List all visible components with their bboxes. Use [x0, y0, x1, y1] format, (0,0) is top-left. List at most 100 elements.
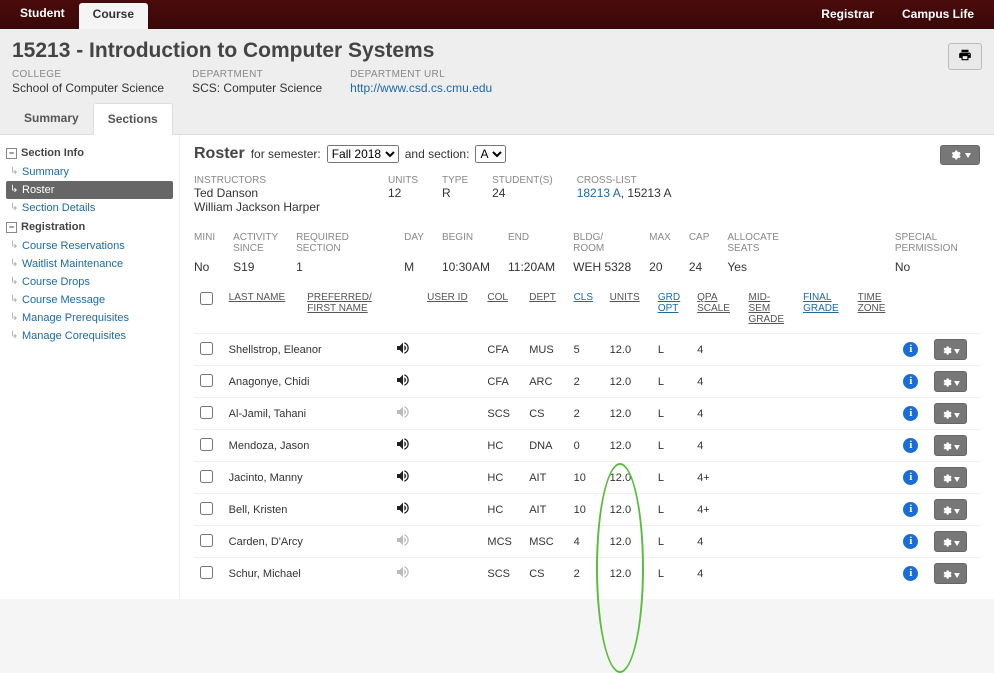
- dept-cell: DNA: [523, 430, 567, 462]
- row-checkbox[interactable]: [200, 470, 213, 483]
- begin-label: BEGIN: [442, 232, 490, 256]
- info-icon[interactable]: i: [903, 342, 918, 357]
- col-dept[interactable]: DEPT: [523, 288, 567, 334]
- dept-url-link[interactable]: http://www.csd.cs.cmu.edu: [350, 81, 492, 95]
- roster-actions-button[interactable]: [940, 145, 980, 165]
- row-actions-button[interactable]: [934, 403, 967, 424]
- info-icon[interactable]: i: [903, 406, 918, 421]
- row-actions-button[interactable]: [934, 467, 967, 488]
- nav-campus-life[interactable]: Campus Life: [888, 0, 988, 29]
- row-actions-button[interactable]: [934, 371, 967, 392]
- nav-registrar[interactable]: Registrar: [807, 0, 888, 29]
- nav-course[interactable]: Course: [79, 3, 148, 29]
- col-mid-sem[interactable]: MID- SEM GRADE: [743, 288, 798, 334]
- row-actions-button[interactable]: [934, 499, 967, 520]
- sidebar-item-prerequisites[interactable]: Manage Prerequisites: [6, 309, 173, 327]
- sidebar-item-course-reservations[interactable]: Course Reservations: [6, 237, 173, 255]
- select-all-checkbox[interactable]: [200, 292, 213, 305]
- col-grd-opt[interactable]: GRD OPT: [652, 288, 691, 334]
- collapse-icon[interactable]: −: [6, 148, 17, 159]
- instructors-label: INSTRUCTORS: [194, 175, 364, 186]
- chevron-down-icon: [954, 477, 960, 482]
- section-select[interactable]: A: [475, 145, 506, 163]
- speaker-icon[interactable]: [395, 411, 411, 423]
- dept-cell: MSC: [523, 526, 567, 558]
- sidebar-item-course-drops[interactable]: Course Drops: [6, 273, 173, 291]
- speaker-icon[interactable]: [395, 539, 411, 551]
- col-final[interactable]: FINAL GRADE: [797, 288, 852, 334]
- dept-value: SCS: Computer Science: [192, 81, 322, 95]
- table-row: Shellstrop, EleanorCFAMUS512.0L4i: [194, 334, 980, 366]
- nav-student[interactable]: Student: [6, 0, 79, 29]
- reqsec-label: REQUIRED SECTION: [296, 232, 386, 256]
- row-checkbox[interactable]: [200, 406, 213, 419]
- sidebar-item-summary[interactable]: Summary: [6, 163, 173, 181]
- reqsec-value: 1: [296, 260, 386, 274]
- col-cell: SCS: [481, 398, 523, 430]
- col-pref-name[interactable]: PREFERRED/ FIRST NAME: [301, 288, 389, 334]
- table-row: Jacinto, MannyHCAIT1012.0L4+i: [194, 462, 980, 494]
- col-tz[interactable]: TIME ZONE: [852, 288, 898, 334]
- sidebar-registration: Registration: [21, 221, 85, 233]
- col-last-name[interactable]: LAST NAME: [223, 288, 302, 334]
- row-checkbox[interactable]: [200, 566, 213, 579]
- row-actions-button[interactable]: [934, 435, 967, 456]
- info-icon[interactable]: i: [903, 470, 918, 485]
- semester-select[interactable]: Fall 2018: [327, 145, 399, 163]
- room-label: BLDG/ ROOM: [573, 232, 631, 256]
- speaker-icon[interactable]: [395, 475, 411, 487]
- speaker-icon[interactable]: [395, 379, 411, 391]
- max-label: MAX: [649, 232, 671, 256]
- speaker-icon[interactable]: [395, 347, 411, 359]
- speaker-icon[interactable]: [395, 507, 411, 519]
- gear-icon: [941, 505, 952, 516]
- col-cls[interactable]: CLS: [568, 288, 604, 334]
- gear-icon: [949, 149, 961, 161]
- gear-icon: [941, 345, 952, 356]
- col-qpa[interactable]: QPA SCALE: [691, 288, 742, 334]
- row-actions-button[interactable]: [934, 563, 967, 584]
- collapse-icon[interactable]: −: [6, 222, 17, 233]
- sidebar-item-course-message[interactable]: Course Message: [6, 291, 173, 309]
- print-button[interactable]: [948, 43, 982, 70]
- room-value: WEH 5328: [573, 260, 631, 274]
- sidebar-item-roster[interactable]: Roster: [6, 181, 173, 199]
- row-checkbox[interactable]: [200, 342, 213, 355]
- units-label: UNITS: [388, 175, 418, 186]
- roster-title: Roster: [194, 145, 245, 163]
- top-nav: Student Course Registrar Campus Life: [0, 0, 994, 29]
- user-id-cell: [421, 462, 481, 494]
- row-checkbox[interactable]: [200, 438, 213, 451]
- row-checkbox[interactable]: [200, 502, 213, 515]
- col-user-id[interactable]: USER ID: [421, 288, 481, 334]
- info-icon[interactable]: i: [903, 534, 918, 549]
- table-row: Anagonye, ChidiCFAARC212.0L4i: [194, 366, 980, 398]
- speaker-icon[interactable]: [395, 443, 411, 455]
- col-units[interactable]: UNITS: [604, 288, 652, 334]
- speaker-icon[interactable]: [395, 571, 411, 583]
- cap-value: 24: [689, 260, 710, 274]
- row-checkbox[interactable]: [200, 534, 213, 547]
- dept-cell: AIT: [523, 494, 567, 526]
- info-icon[interactable]: i: [903, 502, 918, 517]
- cls-cell: 0: [568, 430, 604, 462]
- col-col[interactable]: COL: [481, 288, 523, 334]
- sidebar-item-waitlist[interactable]: Waitlist Maintenance: [6, 255, 173, 273]
- row-actions-button[interactable]: [934, 339, 967, 360]
- tab-summary[interactable]: Summary: [10, 103, 93, 134]
- sidebar-item-section-details[interactable]: Section Details: [6, 199, 173, 217]
- info-icon[interactable]: i: [903, 438, 918, 453]
- grd-cell: L: [652, 430, 691, 462]
- sidebar-item-corequisites[interactable]: Manage Corequisites: [6, 327, 173, 345]
- tab-sections[interactable]: Sections: [93, 103, 173, 135]
- table-row: Al-Jamil, TahaniSCSCS212.0L4i: [194, 398, 980, 430]
- dept-cell: ARC: [523, 366, 567, 398]
- row-actions-button[interactable]: [934, 531, 967, 552]
- cls-cell: 4: [568, 526, 604, 558]
- info-icon[interactable]: i: [903, 374, 918, 389]
- table-row: Bell, KristenHCAIT1012.0L4+i: [194, 494, 980, 526]
- crosslist-link[interactable]: 18213 A: [577, 186, 621, 200]
- row-checkbox[interactable]: [200, 374, 213, 387]
- info-icon[interactable]: i: [903, 566, 918, 581]
- special-label: SPECIAL PERMISSION: [895, 232, 958, 256]
